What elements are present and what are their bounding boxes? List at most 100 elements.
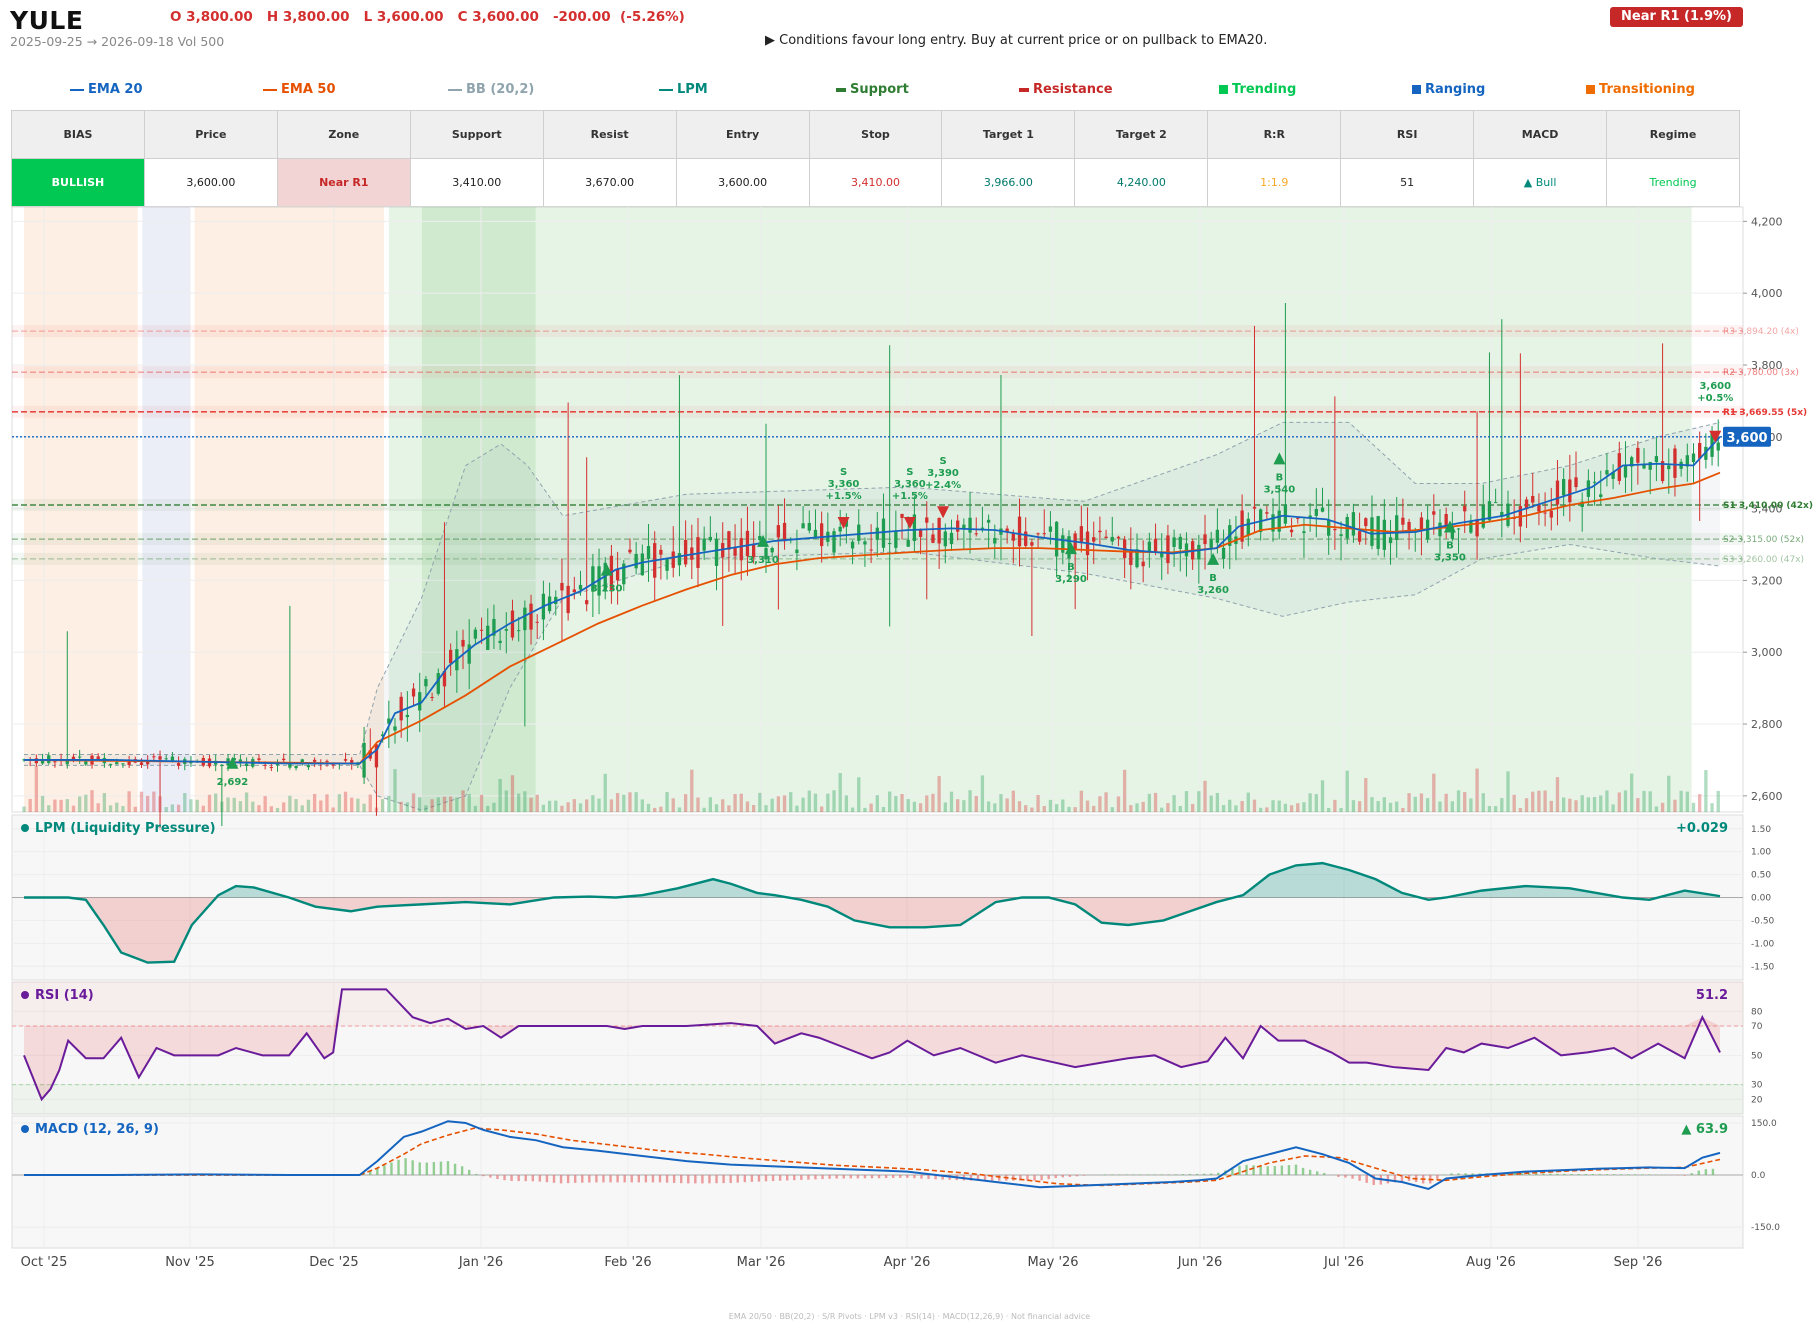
candle-body (869, 549, 873, 551)
month-tick-label: Feb '26 (604, 1255, 651, 1270)
month-tick-label: Sep '26 (1614, 1255, 1663, 1270)
volume-bar (758, 792, 762, 812)
volume-bar (1425, 798, 1430, 812)
macd-histogram-bar (786, 1175, 789, 1181)
volume-bar (1289, 805, 1294, 812)
candle-body (282, 758, 286, 761)
volume-bar (337, 794, 342, 812)
sub-tick-label: 1.00 (1751, 848, 1771, 858)
volume-bar (609, 799, 614, 812)
volume-bar (1178, 806, 1182, 812)
candle-body (863, 541, 867, 545)
macd-histogram-bar (482, 1175, 485, 1177)
candle-body (1265, 512, 1269, 514)
macd-histogram-bar (1174, 1174, 1178, 1176)
volume-bar (572, 799, 576, 812)
volume-bar (1234, 805, 1238, 812)
volume-bar (739, 793, 743, 812)
panel-title: LPM (Liquidity Pressure) (35, 821, 216, 836)
candle-body (708, 536, 713, 541)
volume-bar (380, 799, 385, 812)
candle-body (1141, 561, 1145, 567)
volume-bar (1116, 796, 1121, 812)
signal-label: +1.5% (826, 491, 862, 502)
candle-body (96, 756, 100, 760)
macd-histogram-bar (1287, 1165, 1291, 1176)
volume-bar (721, 799, 725, 812)
volume-bar (1419, 793, 1424, 812)
macd-histogram-bar (1358, 1175, 1361, 1181)
price-indicator-charts: Oct '25 Nov '25 Dec '25 Jan '26 Feb '26 Mar '… (11, 206, 1813, 1270)
macd-histogram-bar (609, 1175, 612, 1183)
volume-bar (541, 804, 546, 812)
volume-bar (931, 793, 935, 812)
macd-histogram-bar (1344, 1175, 1347, 1178)
volume-bar (1011, 790, 1015, 812)
candle-body (1716, 442, 1720, 451)
volume-bar (1017, 801, 1022, 812)
volume-bar (442, 796, 447, 812)
signal-label: B (1209, 573, 1217, 584)
signal-label: 3,290 (1055, 574, 1087, 585)
candle-body (832, 531, 836, 553)
macd-histogram-bar (1125, 1174, 1128, 1176)
macd-histogram-bar (658, 1175, 662, 1183)
volume-bar (634, 792, 638, 812)
candle-body (1011, 533, 1015, 541)
macd-histogram-bar (1535, 1173, 1538, 1176)
volume-bar (1197, 791, 1201, 812)
candle-body (1438, 522, 1442, 537)
volume-bar (1092, 805, 1096, 812)
volume-bar (1475, 768, 1479, 812)
macd-histogram-bar (1549, 1173, 1552, 1176)
volume-bar (350, 797, 354, 812)
rsi-oversold-zone (12, 1084, 1743, 1114)
macd-histogram-bar (1294, 1164, 1298, 1176)
volume-bar (1110, 807, 1114, 812)
volume-bar (294, 799, 298, 812)
volume-bar (943, 802, 947, 812)
macd-histogram-bar (588, 1175, 591, 1183)
macd-histogram-bar (489, 1175, 492, 1178)
macd-histogram-bar (778, 1175, 782, 1181)
volume-bar (139, 791, 144, 812)
macd-histogram-bar (1450, 1173, 1453, 1176)
panel-title: RSI (14) (35, 988, 94, 1003)
volume-bar (411, 793, 416, 812)
volume-bar (1228, 799, 1232, 812)
sub-tick-label: -150.0 (1751, 1223, 1780, 1233)
macd-histogram-bar (1061, 1175, 1064, 1178)
candle-body (1667, 465, 1671, 470)
candle-body (1289, 529, 1294, 533)
volume-bar (918, 803, 923, 812)
volume-bar (238, 801, 243, 812)
month-tick-label: Jul '26 (1323, 1255, 1364, 1270)
macd-histogram-bar (651, 1175, 655, 1183)
macd-histogram-bar (708, 1175, 711, 1184)
volume-bar (1265, 807, 1269, 812)
volume-bar (362, 803, 366, 812)
candle-body (436, 673, 440, 694)
volume-bar (795, 805, 799, 812)
macd-histogram-bar (863, 1175, 867, 1179)
candle-body (1061, 535, 1065, 553)
volume-bar (1673, 799, 1677, 812)
volume-bar (1252, 799, 1257, 812)
volume-bar (1660, 802, 1665, 812)
macd-panel-bg (11, 1115, 1744, 1249)
volume-bar (405, 802, 410, 812)
macd-histogram-bar (397, 1159, 400, 1176)
candle-body (411, 688, 416, 697)
volume-bar (1172, 795, 1176, 812)
candle-body (1030, 542, 1034, 546)
volume-bar (1061, 799, 1065, 812)
candle-body (461, 639, 465, 647)
volume-bar (226, 797, 230, 812)
volume-bar (1710, 803, 1714, 812)
candle-body (1153, 538, 1158, 553)
volume-bar (597, 798, 601, 812)
volume-bar (319, 800, 323, 812)
volume-bar (1271, 800, 1275, 812)
signal-label: B (1067, 562, 1075, 573)
macd-histogram-bar (828, 1175, 831, 1179)
